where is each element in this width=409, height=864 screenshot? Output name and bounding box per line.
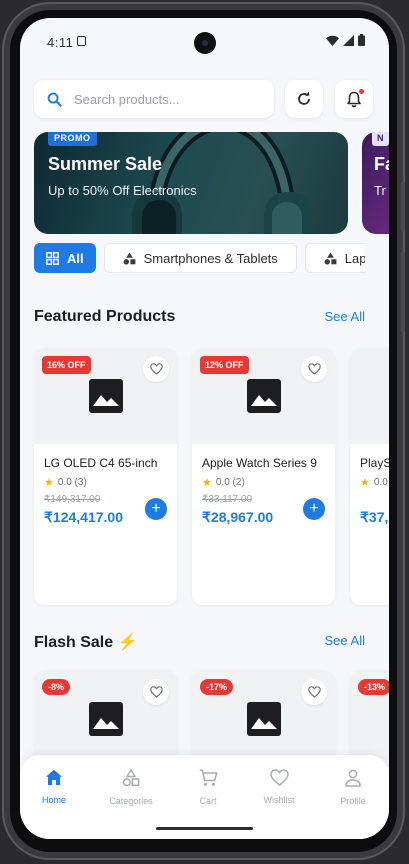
category-chip-laptops[interactable]: Lap — [304, 243, 365, 273]
bottom-navigation: Home Categories Cart Wishlist Profile — [20, 755, 389, 839]
cart-icon — [199, 769, 218, 786]
wifi-icon — [326, 35, 339, 46]
product-original-price: ₹33,117.00 — [202, 494, 253, 505]
banner-title: Summer Sale — [48, 154, 163, 174]
discount-badge: -13% — [358, 679, 389, 695]
home-icon — [46, 769, 62, 785]
banner-subtitle: Tr — [374, 183, 386, 198]
wishlist-button[interactable] — [143, 679, 169, 705]
promo-banner-summer-sale[interactable]: PROMO Summer Sale Up to 50% Off Electron… — [34, 132, 348, 234]
star-icon: ★ — [202, 477, 212, 489]
product-name: PlayS — [360, 456, 389, 470]
heart-icon — [149, 363, 163, 375]
add-to-cart-button[interactable]: + — [145, 498, 167, 520]
image-placeholder-icon — [246, 702, 281, 736]
heart-icon — [149, 686, 163, 698]
product-card[interactable]: 12% OFF Apple Watch Series 9 ★ 0.0 (2) ₹… — [192, 348, 335, 605]
search-icon — [47, 92, 62, 107]
refresh-button[interactable] — [285, 80, 323, 118]
nav-label: Home — [41, 795, 66, 805]
product-original-price: ₹149,317.00 — [44, 494, 101, 505]
categories-icon — [122, 769, 140, 787]
notification-badge — [359, 89, 364, 94]
discount-badge: 16% OFF — [42, 356, 91, 374]
category-chip-smartphones[interactable]: Smartphones & Tablets — [103, 243, 297, 273]
nav-item-profile[interactable]: Profile — [318, 769, 388, 806]
power-button — [401, 252, 405, 332]
search-input[interactable]: Search products... — [34, 80, 274, 118]
product-price: ₹124,417.00 — [44, 509, 123, 525]
shapes-icon — [123, 252, 136, 265]
featured-see-all-link[interactable]: See All — [325, 309, 365, 324]
status-icons — [326, 34, 365, 46]
category-chip-all[interactable]: All — [34, 243, 96, 273]
chip-label: All — [67, 250, 84, 266]
product-price: ₹28,967.00 — [202, 509, 274, 525]
image-placeholder-icon — [246, 379, 281, 413]
notifications-button[interactable] — [335, 80, 373, 118]
category-chips: All Smartphones & Tablets Lap — [34, 243, 365, 273]
search-placeholder: Search products... — [74, 91, 180, 107]
nav-label: Wishlist — [263, 795, 295, 805]
sim-icon — [77, 36, 86, 46]
rating-text: 0.0 — [373, 477, 388, 488]
chip-label: Smartphones & Tablets — [143, 250, 278, 266]
add-to-cart-button[interactable]: + — [303, 498, 325, 520]
nav-label: Profile — [340, 796, 366, 806]
home-indicator — [156, 827, 253, 830]
nav-label: Categories — [109, 796, 153, 806]
product-rating: ★ 0.0 (2) — [202, 476, 245, 489]
featured-section-title: Featured Products — [34, 308, 176, 325]
product-name: LG OLED C4 65-inch — [44, 456, 158, 470]
wishlist-button[interactable] — [301, 679, 327, 705]
product-rating: ★ 0.0 — [360, 476, 388, 489]
chip-label: Lap — [344, 250, 365, 266]
nav-item-categories[interactable]: Categories — [96, 769, 166, 806]
status-bar: 4:11 — [20, 18, 389, 64]
front-camera — [194, 32, 216, 54]
refresh-icon — [298, 91, 310, 105]
battery-icon — [358, 34, 365, 46]
product-name: Apple Watch Series 9 — [202, 456, 317, 470]
flash-sale-see-all-link[interactable]: See All — [325, 633, 365, 648]
signal-icon — [343, 34, 354, 46]
promo-banner-next[interactable]: N Fa Tr — [362, 132, 389, 234]
heart-icon — [307, 363, 321, 375]
banner-subtitle: Up to 50% Off Electronics — [48, 183, 197, 198]
heart-icon — [269, 769, 289, 786]
status-time: 4:11 — [47, 35, 74, 50]
wishlist-button[interactable] — [143, 356, 169, 382]
grid-icon — [46, 251, 59, 265]
profile-icon — [345, 769, 361, 787]
nav-label: Cart — [199, 796, 217, 806]
star-icon: ★ — [44, 477, 54, 489]
rating-text: 0.0 (2) — [215, 477, 245, 488]
star-icon: ★ — [360, 477, 370, 489]
rating-text: 0.0 (3) — [57, 477, 87, 488]
product-rating: ★ 0.0 (3) — [44, 476, 87, 489]
shapes-icon — [324, 252, 337, 265]
image-placeholder-icon — [88, 379, 123, 413]
nav-item-home[interactable]: Home — [20, 769, 89, 805]
promo-badge: PROMO — [48, 132, 97, 146]
plus-icon: + — [309, 500, 319, 517]
discount-badge: 12% OFF — [200, 356, 249, 374]
nav-item-cart[interactable]: Cart — [173, 769, 243, 806]
product-card[interactable]: 16% OFF LG OLED C4 65-inch ★ 0.0 (3) ₹14… — [34, 348, 177, 605]
volume-button — [401, 182, 405, 232]
banner-title: Fa — [374, 154, 389, 174]
product-price: ₹37,2 — [360, 509, 389, 525]
flash-sale-section-title: Flash Sale ⚡ — [34, 634, 138, 651]
discount-badge: -8% — [42, 679, 71, 695]
wishlist-button[interactable] — [301, 356, 327, 382]
promo-badge: N — [372, 132, 389, 146]
heart-icon — [307, 686, 321, 698]
discount-badge: -17% — [200, 679, 234, 695]
app-screen: 4:11 Search products... PROMO Summer Sal… — [20, 18, 389, 839]
image-placeholder-icon — [88, 702, 123, 736]
nav-item-wishlist[interactable]: Wishlist — [244, 769, 314, 805]
product-card[interactable]: PlayS ★ 0.0 ₹37,2 — [350, 348, 389, 605]
plus-icon: + — [151, 500, 161, 517]
product-image — [350, 348, 389, 444]
